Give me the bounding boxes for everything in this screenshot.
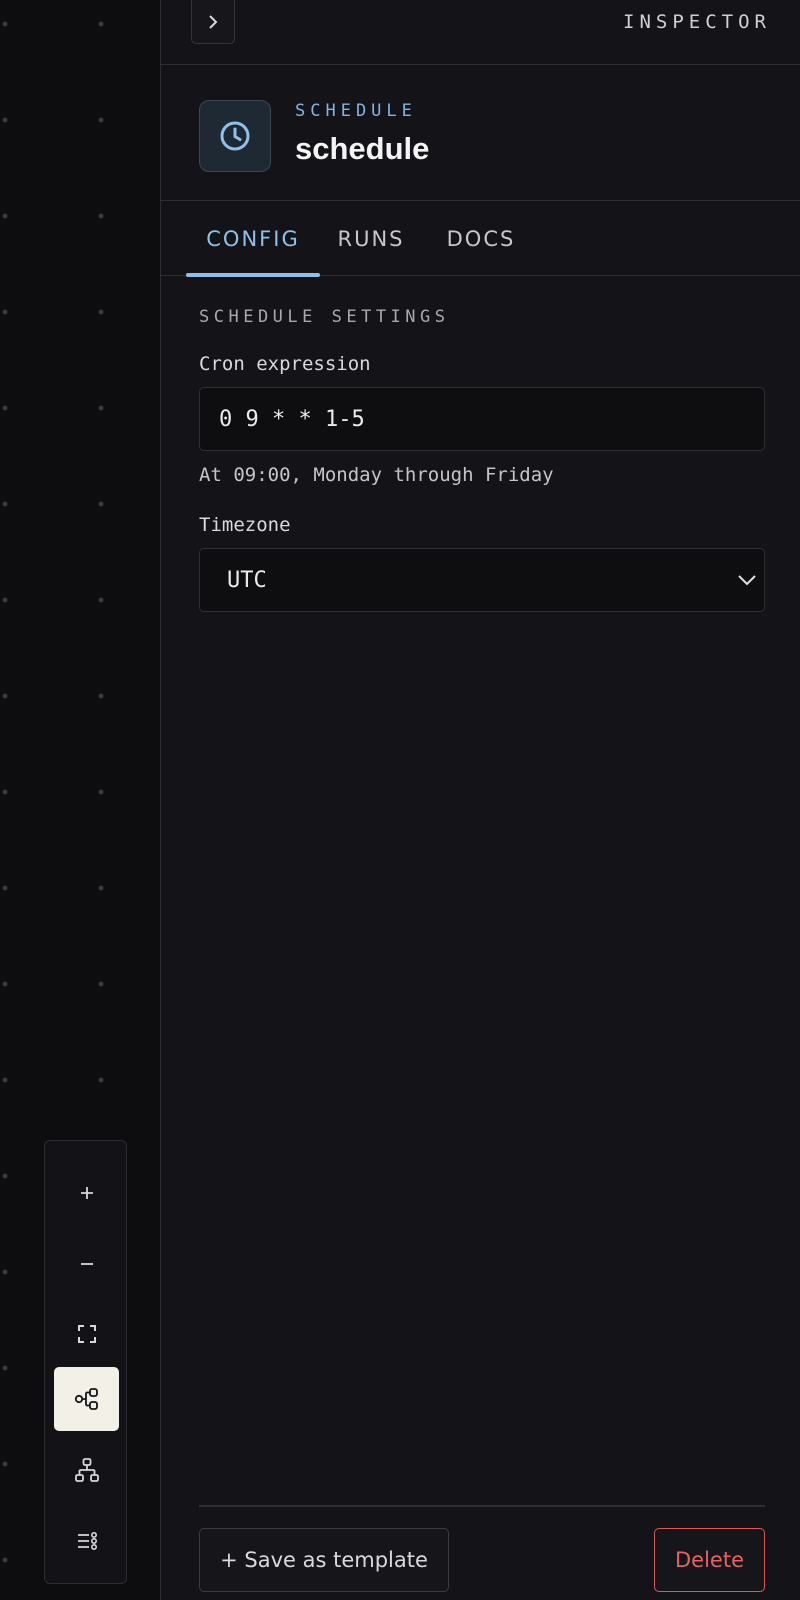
minus-icon [80,1263,93,1265]
cron-label: Cron expression [199,353,371,375]
collapse-panel-button[interactable] [191,0,235,44]
save-as-template-button[interactable]: + Save as template [199,1528,449,1592]
cron-input[interactable]: 0 9 * * 1-5 [199,387,765,451]
tab-config[interactable]: CONFIG [186,201,320,277]
section-title: SCHEDULE SETTINGS [199,307,450,327]
inspector-panel: INSPECTOR SCHEDULE schedule CONFIG RUNS … [160,0,800,1600]
fit-screen-icon [77,1325,96,1343]
tab-docs[interactable]: DOCS [438,201,524,276]
layout-vertical-button[interactable] [54,1438,119,1502]
list-view-button[interactable] [54,1509,119,1573]
list-icon [77,1531,97,1551]
canvas-controls [44,1140,127,1584]
chevron-down-icon [738,575,756,586]
timezone-value: UTC [227,567,267,593]
vertical-tree-icon [74,1458,99,1482]
chevron-right-icon [209,14,218,29]
timezone-label: Timezone [199,514,291,536]
inspector-tabs: CONFIG RUNS DOCS [161,201,800,277]
footer-divider [199,1505,765,1507]
cron-description: At 09:00, Monday through Friday [199,464,554,486]
node-name: schedule [295,131,430,166]
horizontal-tree-icon [74,1388,98,1410]
delete-button[interactable]: Delete [654,1528,765,1592]
zoom-in-button[interactable] [54,1161,119,1225]
inspector-title: INSPECTOR [623,11,771,33]
cron-value: 0 9 * * 1-5 [219,406,365,432]
tab-runs[interactable]: RUNS [328,201,414,276]
layout-horizontal-button[interactable] [54,1367,119,1431]
clock-icon [220,121,250,151]
zoom-out-button[interactable] [54,1232,119,1296]
workflow-canvas[interactable] [0,0,160,1600]
inspector-topbar: INSPECTOR [161,0,800,65]
timezone-select[interactable]: UTC [199,548,765,612]
node-kind: SCHEDULE [295,101,417,121]
plus-icon [80,1187,93,1199]
node-icon [199,100,271,172]
fit-view-button[interactable] [54,1302,119,1366]
node-header: SCHEDULE schedule [161,65,800,201]
